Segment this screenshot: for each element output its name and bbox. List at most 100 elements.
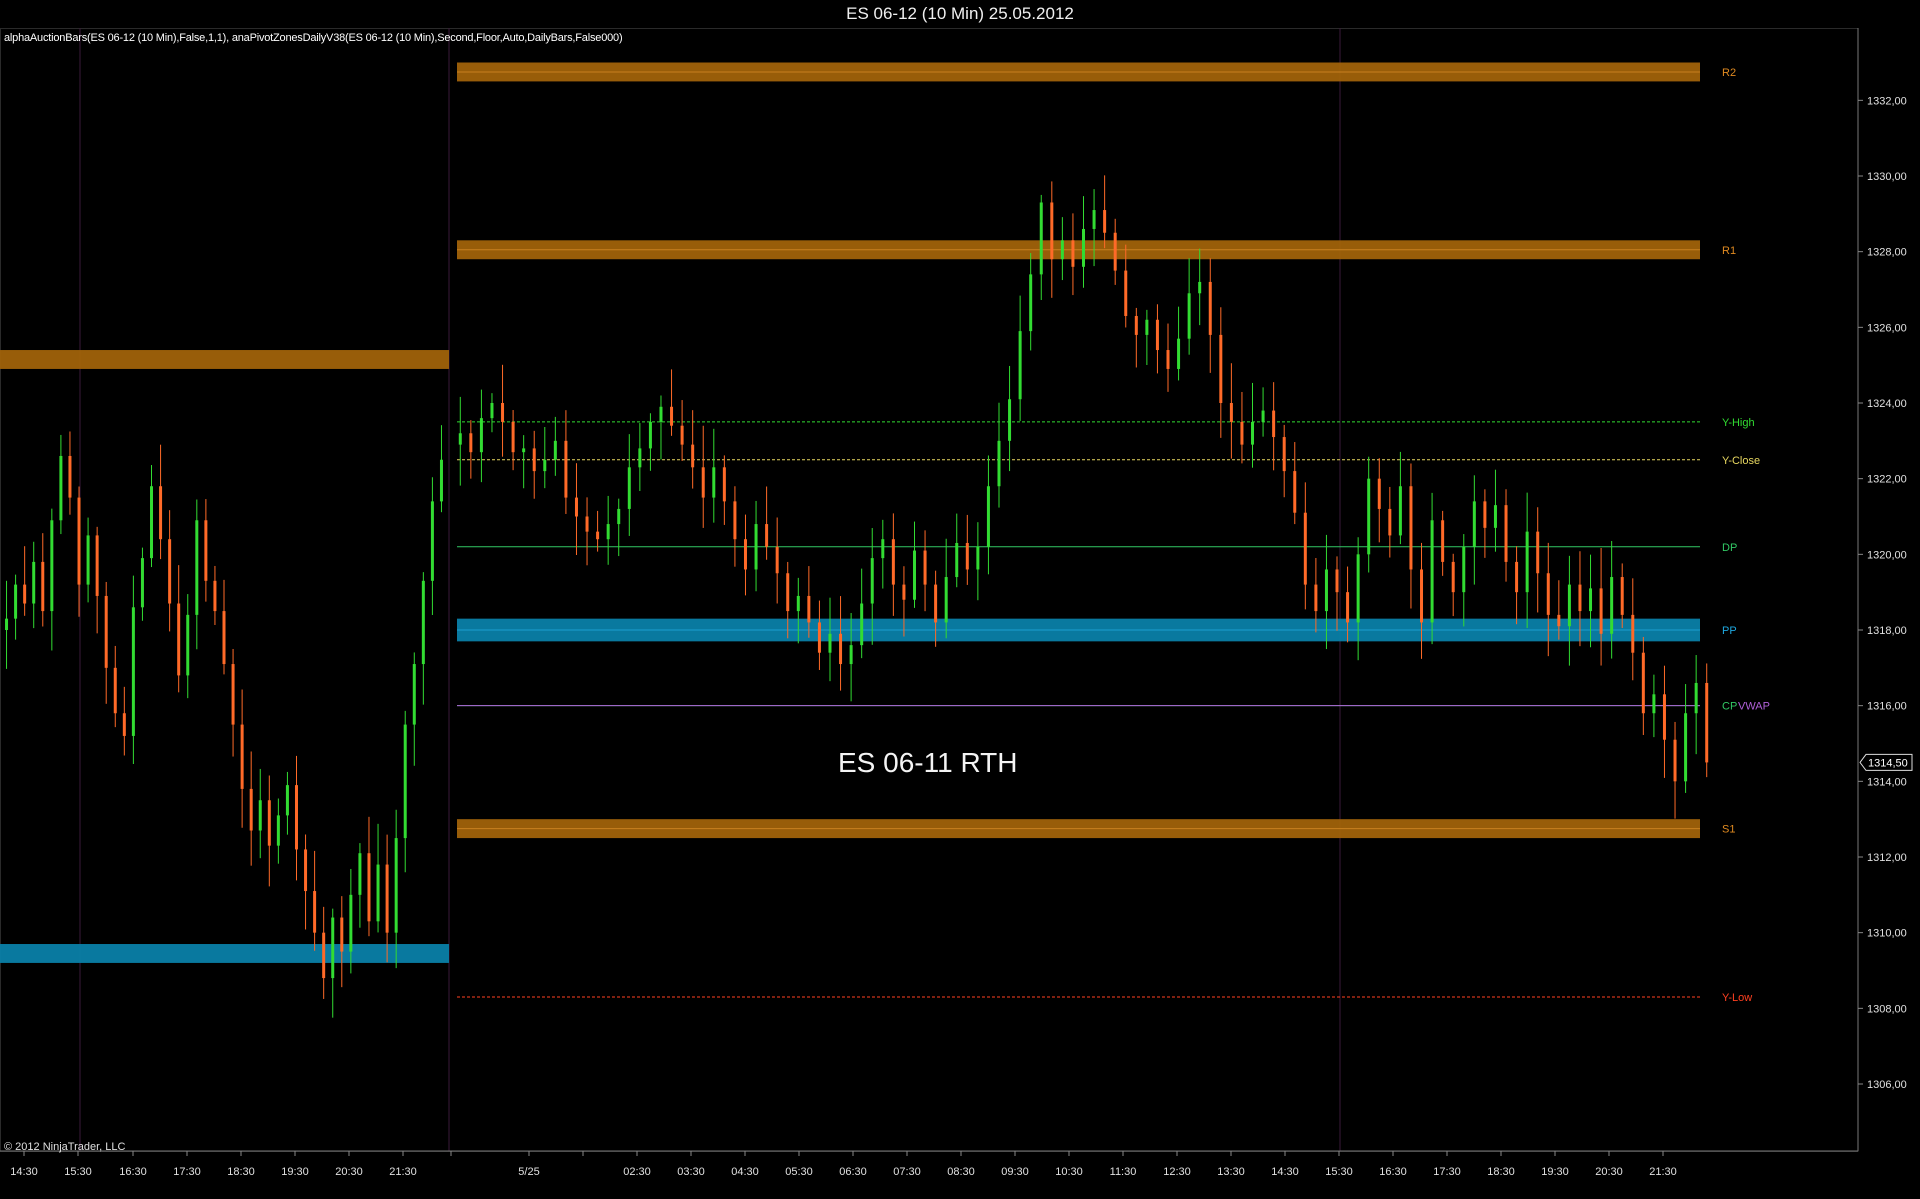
x-tick-label: 15:30 xyxy=(64,1166,92,1178)
y-tick-label: 1332,00 xyxy=(1867,95,1907,107)
candle-body xyxy=(1631,614,1635,653)
candle-body xyxy=(394,838,398,933)
candle-body xyxy=(1420,569,1424,623)
candle-body xyxy=(849,645,853,665)
candle-body xyxy=(1356,554,1360,623)
y-tick-label: 1328,00 xyxy=(1867,247,1907,259)
candle-body xyxy=(231,664,235,725)
candle-body xyxy=(1103,210,1107,233)
candle-body xyxy=(638,448,642,468)
candle-body xyxy=(458,433,462,445)
x-tick-label: 08:30 xyxy=(947,1166,975,1178)
candle-body xyxy=(479,418,483,453)
candle-body xyxy=(1282,437,1286,472)
last-price-label: 1314,50 xyxy=(1868,757,1908,769)
candle-body xyxy=(469,433,473,453)
y-tick-label: 1316,00 xyxy=(1867,701,1907,713)
x-tick-label: 06:30 xyxy=(839,1166,867,1178)
candle-body xyxy=(186,614,190,676)
level-label-cp: CP xyxy=(1722,701,1737,713)
zone-label-s1: S1 xyxy=(1722,824,1735,836)
candle-body xyxy=(1208,281,1212,335)
candle-body xyxy=(276,815,280,846)
candle-body xyxy=(743,539,747,570)
candle-body xyxy=(1177,338,1181,369)
candle-body xyxy=(240,724,244,789)
candle-body xyxy=(1367,478,1371,555)
y-tick-label: 1308,00 xyxy=(1867,1003,1907,1015)
candle-body xyxy=(944,577,948,623)
candle-body xyxy=(891,539,895,585)
level-label-y-close: Y-Close xyxy=(1722,455,1760,467)
candle-body xyxy=(1377,478,1381,509)
candle-body xyxy=(627,467,631,509)
candle-body xyxy=(1134,315,1138,335)
candle-body xyxy=(1430,520,1434,623)
candle-body xyxy=(1082,228,1085,267)
x-tick-label: 12:30 xyxy=(1163,1166,1191,1178)
candle-body xyxy=(680,425,684,445)
level-label-y-high: Y-High xyxy=(1722,417,1755,429)
candle-body xyxy=(955,542,959,578)
candle-body xyxy=(5,618,9,630)
candle-body xyxy=(1684,713,1688,782)
x-tick-label: 20:30 xyxy=(335,1166,363,1178)
chart-panel[interactable]: R2 R1 PP S1 Y-High Y-Close DP CP VWAP Y-Low 1306,0… xyxy=(0,28,1920,1199)
candle-body xyxy=(1620,577,1624,615)
y-tick-label: 1312,00 xyxy=(1867,852,1907,864)
window-title: ES 06-12 (10 Min) 25.05.2012 xyxy=(0,0,1920,28)
candle-body xyxy=(934,584,938,623)
zone-label-r2: R2 xyxy=(1722,67,1736,79)
x-tick-label: 02:30 xyxy=(623,1166,651,1178)
candle-body xyxy=(1187,293,1191,339)
candle-body xyxy=(1346,592,1350,623)
candle-body xyxy=(340,917,344,952)
candle-body xyxy=(358,853,362,895)
candle-body xyxy=(574,497,578,517)
zone-label-pp: PP xyxy=(1722,625,1737,637)
x-tick-label: 05:30 xyxy=(785,1166,813,1178)
candle-body xyxy=(701,467,705,498)
candle-body xyxy=(122,713,126,736)
candle-body xyxy=(1060,240,1064,260)
candle-body xyxy=(322,932,326,979)
candle-body xyxy=(131,607,135,736)
candle-body xyxy=(912,550,916,600)
candle-body xyxy=(412,664,416,725)
candle-body xyxy=(294,785,298,850)
x-tick-label: 21:30 xyxy=(1649,1166,1677,1178)
candle-body xyxy=(606,524,610,540)
x-tick-label: 17:30 xyxy=(1433,1166,1461,1178)
candle-body xyxy=(1050,202,1054,260)
y-tick-label: 1320,00 xyxy=(1867,549,1907,561)
candle-body xyxy=(304,849,308,892)
candle-body xyxy=(976,546,980,570)
candle-body xyxy=(1578,584,1582,612)
x-tick-label: 16:30 xyxy=(119,1166,147,1178)
candle-body xyxy=(50,520,54,612)
candle-body xyxy=(204,520,208,581)
candle-body xyxy=(923,550,927,585)
session-annotation: ES 06-11 RTH xyxy=(838,747,1018,778)
candle-body xyxy=(1398,486,1402,536)
candle-body xyxy=(1589,588,1593,612)
candle-body xyxy=(222,611,226,665)
candle-body xyxy=(997,440,1001,487)
price-chart[interactable]: R2 R1 PP S1 Y-High Y-Close DP CP VWAP Y-Low 1306,0… xyxy=(0,28,1920,1199)
candle-body xyxy=(430,501,434,581)
candle-body xyxy=(1441,520,1445,562)
candle-body xyxy=(177,603,181,676)
candle-body xyxy=(367,853,371,922)
candle-body xyxy=(765,524,769,547)
candle-body xyxy=(659,406,663,422)
candle-body xyxy=(1113,232,1117,271)
prior-zone xyxy=(0,350,449,369)
candle-body xyxy=(1008,399,1012,441)
candle-body xyxy=(1525,531,1529,593)
candle-body xyxy=(140,558,144,608)
candle-body xyxy=(828,633,832,653)
candle-body xyxy=(150,486,154,559)
x-tick-label: 13:30 xyxy=(1217,1166,1245,1178)
candle-body xyxy=(543,459,547,472)
candle-body xyxy=(1314,584,1318,612)
